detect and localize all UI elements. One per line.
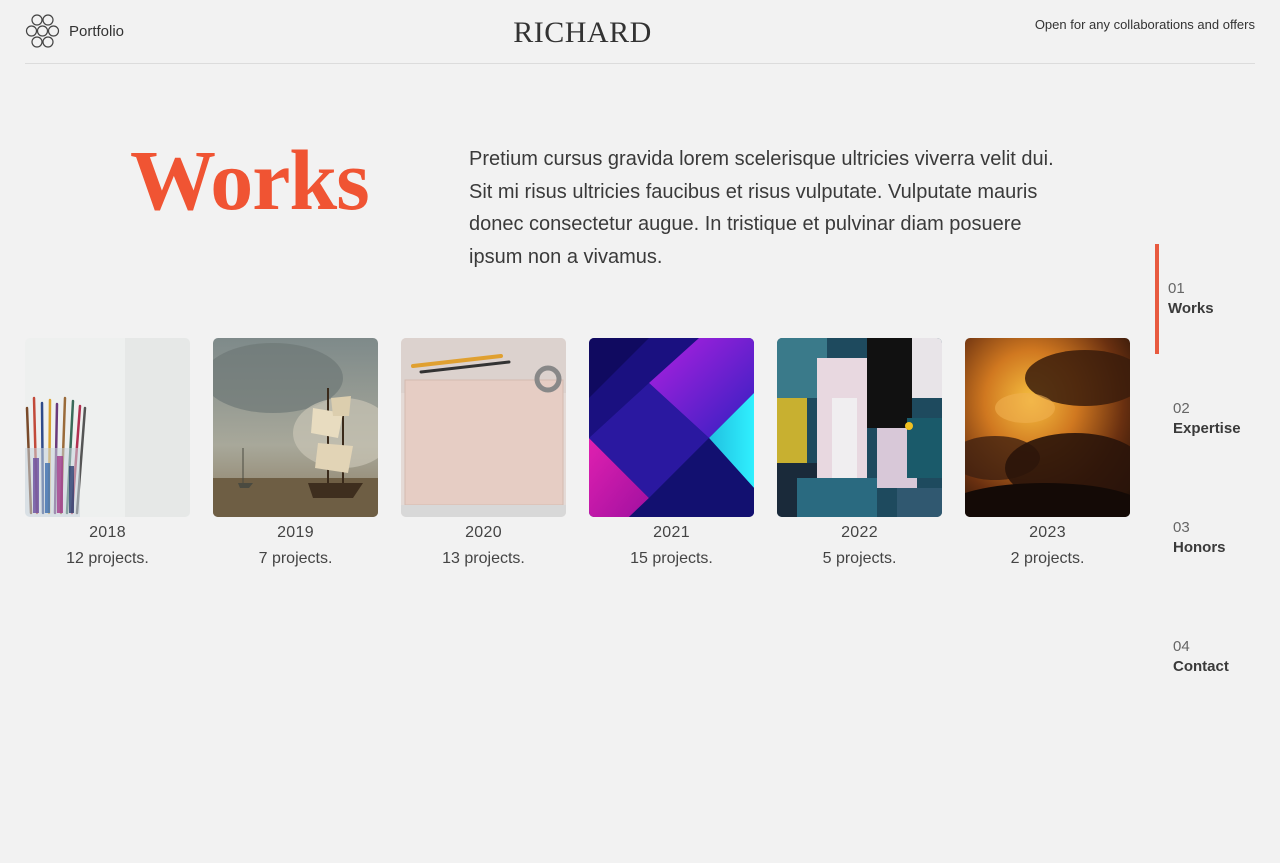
blank-canvas-image bbox=[401, 338, 566, 517]
card-project-count: 5 projects. bbox=[822, 550, 897, 567]
work-card-2021[interactable]: 2021 15 projects. bbox=[589, 338, 754, 568]
nav-number: 04 bbox=[1173, 638, 1190, 655]
card-year: 2023 bbox=[1029, 524, 1066, 541]
card-project-count: 7 projects. bbox=[258, 550, 333, 567]
sailing-ship-image bbox=[213, 338, 378, 517]
card-year: 2018 bbox=[89, 524, 126, 541]
nav-number: 03 bbox=[1173, 519, 1190, 536]
paint-brushes-image bbox=[25, 338, 190, 517]
nav-label: Expertise bbox=[1173, 420, 1241, 437]
works-gallery: 2018 12 projects. 2019 7 projects. 2020 … bbox=[25, 338, 1131, 578]
nav-item-contact[interactable]: 04 Contact bbox=[1155, 602, 1280, 712]
card-year: 2021 bbox=[653, 524, 690, 541]
card-project-count: 13 projects. bbox=[442, 550, 525, 567]
work-card-2022[interactable]: 2022 5 projects. bbox=[777, 338, 942, 568]
nav-item-honors[interactable]: 03 Honors bbox=[1155, 483, 1280, 593]
page: Portfolio RICHARD Open for any collabora… bbox=[0, 0, 1280, 863]
geometric-artwork-image bbox=[589, 338, 754, 517]
nav-label: Contact bbox=[1173, 658, 1229, 675]
site-header: Portfolio RICHARD Open for any collabora… bbox=[25, 0, 1255, 64]
card-year: 2022 bbox=[841, 524, 878, 541]
nav-item-works[interactable]: 01 Works bbox=[1155, 244, 1280, 354]
work-card-2023[interactable]: 2023 2 projects. bbox=[965, 338, 1130, 568]
card-project-count: 15 projects. bbox=[630, 550, 713, 567]
hero-description: Pretium cursus gravida lorem scelerisque… bbox=[469, 148, 1054, 268]
work-card-2019[interactable]: 2019 7 projects. bbox=[213, 338, 378, 568]
nav-label: Works bbox=[1168, 300, 1214, 317]
abstract-painting-image bbox=[777, 338, 942, 517]
card-project-count: 12 projects. bbox=[66, 550, 149, 567]
tagline: Open for any collaborations and offers bbox=[1034, 17, 1255, 32]
card-year: 2019 bbox=[277, 524, 314, 541]
nav-item-expertise[interactable]: 02 Expertise bbox=[1155, 364, 1280, 474]
card-project-count: 2 projects. bbox=[1010, 550, 1085, 567]
nav-label: Honors bbox=[1173, 539, 1226, 556]
sunset-clouds-image bbox=[965, 338, 1130, 517]
page-title: Works bbox=[130, 132, 370, 228]
nav-number: 02 bbox=[1173, 400, 1190, 417]
site-title[interactable]: RICHARD bbox=[25, 16, 1140, 50]
nav-number: 01 bbox=[1168, 280, 1185, 297]
card-year: 2020 bbox=[465, 524, 502, 541]
work-card-2020[interactable]: 2020 13 projects. bbox=[401, 338, 566, 568]
work-card-2018[interactable]: 2018 12 projects. bbox=[25, 338, 190, 568]
